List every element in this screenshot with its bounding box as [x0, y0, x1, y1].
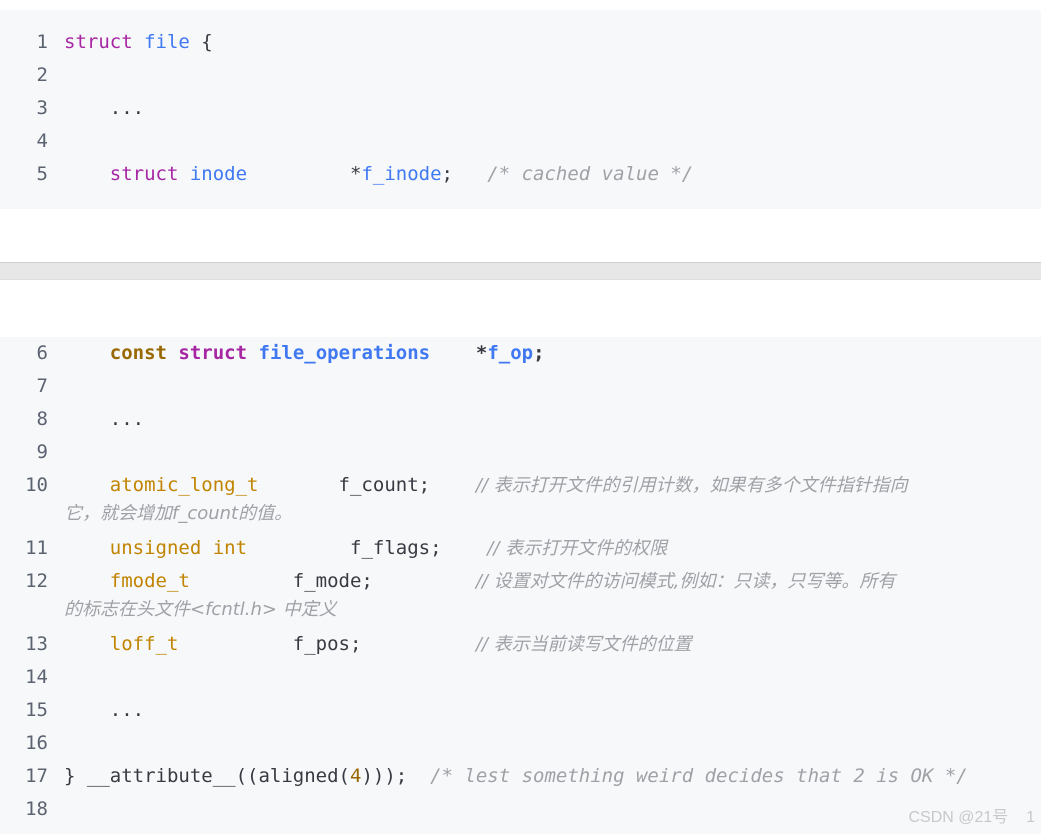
line-number: 14	[25, 666, 48, 688]
code-line: 10 atomic_long_t f_count; // 表示打开文件的引用计数…	[0, 469, 1041, 502]
code-text: unsigned int f_flags; // 表示打开文件的权限	[64, 532, 667, 565]
code-line: 4	[0, 125, 1041, 158]
line-number: 10	[25, 474, 48, 496]
code-token: )));	[361, 765, 431, 787]
code-line: 11 unsigned int f_flags; // 表示打开文件的权限	[0, 532, 1041, 565]
code-line: 6 const struct file_operations *f_op;	[0, 337, 1041, 370]
code-token: const	[109, 342, 167, 364]
line-number: 1	[36, 31, 48, 53]
code-token: inode	[189, 163, 248, 185]
line-number: 5	[36, 163, 48, 185]
code-line: 5 struct inode *f_inode; /* cached value…	[0, 158, 1041, 191]
line-number: 9	[36, 441, 48, 463]
code-token: ;	[533, 342, 545, 364]
code-text: ...	[64, 92, 144, 125]
code-token: /* cached value */	[487, 163, 694, 185]
code-line: 16	[0, 727, 1041, 760]
line-number: 12	[25, 570, 48, 592]
code-token: f_mode;	[189, 570, 476, 592]
code-token: {	[189, 31, 213, 53]
comment-continuation: 它，就会增加f_count的值。	[64, 503, 293, 524]
line-number: 7	[36, 375, 48, 397]
comment-continuation: 的标志在头文件<fcntl.h> 中定义	[64, 599, 337, 620]
line-number: 11	[25, 537, 48, 559]
code-token: f_inode	[361, 163, 442, 185]
code-line: 18	[0, 793, 1041, 826]
line-number: 3	[36, 97, 48, 119]
code-token: // 表示打开文件的权限	[487, 538, 668, 559]
line-number: 4	[36, 130, 48, 152]
line-number: 8	[36, 408, 48, 430]
code-line: 8 ...	[0, 403, 1041, 436]
code-text: struct inode *f_inode; /* cached value *…	[64, 158, 693, 191]
code-line: 13 loff_t f_pos; // 表示当前读写文件的位置	[0, 628, 1041, 661]
code-text: struct file {	[64, 26, 213, 59]
code-token: 4	[349, 765, 362, 787]
code-token: } __attribute__((aligned(	[64, 765, 350, 787]
code-token: *	[430, 342, 488, 364]
code-token: f_op	[487, 342, 534, 364]
code-token: f_pos;	[178, 633, 476, 655]
code-line: 1 struct file {	[0, 26, 1041, 59]
code-text: atomic_long_t f_count; // 表示打开文件的引用计数，如果…	[64, 469, 908, 502]
line-number: 15	[25, 699, 48, 721]
line-number: 17	[25, 765, 48, 787]
horizontal-scrollbar[interactable]	[0, 262, 1041, 280]
code-token: /* lest something weird decides that 2 i…	[430, 765, 968, 787]
line-number: 16	[25, 732, 48, 754]
code-line: 2	[0, 59, 1041, 92]
code-token: // 表示当前读写文件的位置	[475, 634, 692, 655]
code-text: fmode_t f_mode; // 设置对文件的访问模式,例如：只读，只写等。…	[64, 565, 896, 598]
code-text: ...	[64, 694, 144, 727]
code-token: int	[212, 537, 248, 559]
code-text: const struct file_operations *f_op;	[64, 337, 545, 370]
code-line: 9	[0, 436, 1041, 469]
code-line: 3 ...	[0, 92, 1041, 125]
code-line: 15 ...	[0, 694, 1041, 727]
line-number: 6	[36, 342, 48, 364]
code-token: ...	[64, 699, 145, 721]
line-number: 13	[25, 633, 48, 655]
line-number: 2	[36, 64, 48, 86]
code-token: // 设置对文件的访问模式,例如：只读，只写等。所有	[475, 571, 896, 592]
code-line: 14	[0, 661, 1041, 694]
code-token: struct	[178, 342, 248, 364]
code-token: fmode_t	[109, 570, 190, 592]
code-token: file	[144, 31, 190, 53]
code-token: struct	[109, 163, 179, 185]
code-token: f_flags;	[247, 537, 488, 559]
code-token: struct	[64, 31, 133, 53]
line-number: 18	[25, 798, 48, 820]
code-token: *	[247, 163, 362, 185]
code-token: file_operations	[258, 342, 431, 364]
code-token: loff_t	[109, 633, 179, 655]
code-line: 17 } __attribute__((aligned(4))); /* lest…	[0, 760, 1041, 793]
code-token: atomic_long_t	[109, 474, 259, 496]
code-token: ;	[441, 163, 488, 185]
code-text: } __attribute__((aligned(4))); /* lest s…	[64, 760, 968, 793]
code-text: ...	[64, 403, 144, 436]
code-token: ...	[64, 408, 145, 430]
code-token: // 表示打开文件的引用计数，如果有多个文件指针指向	[475, 475, 908, 496]
code-token: unsigned	[109, 537, 202, 559]
code-text: loff_t f_pos; // 表示当前读写文件的位置	[64, 628, 692, 661]
code-token: ...	[64, 97, 145, 119]
code-line: 7	[0, 370, 1041, 403]
code-token: f_count;	[258, 474, 476, 496]
code-line: 12 fmode_t f_mode; // 设置对文件的访问模式,例如：只读，只…	[0, 565, 1041, 598]
